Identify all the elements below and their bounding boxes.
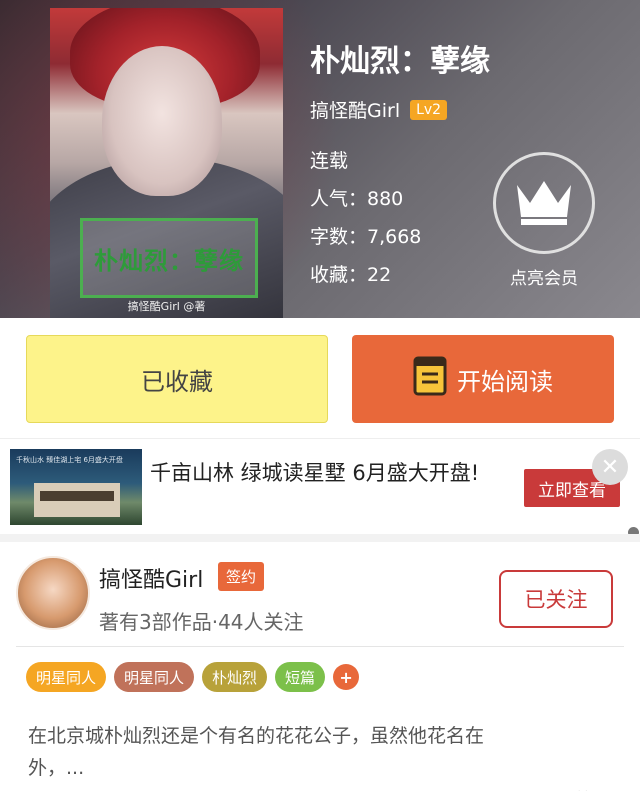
ad-image[interactable]: 千秋山水 臻佳湖上宅 6月盛大开盘 — [10, 449, 142, 525]
author-row: 搞怪酷Girl Lv2 — [310, 96, 448, 123]
crown-icon — [513, 175, 575, 231]
cover-face — [102, 46, 222, 196]
book-cover[interactable]: 朴灿烈：孽缘 搞怪酷Girl @著 — [50, 8, 283, 318]
level-badge: Lv2 — [410, 99, 448, 120]
collected-button[interactable]: 已收藏 — [26, 335, 328, 423]
synopsis[interactable]: 在北京城朴灿烈还是个有名的花花公子，虽然他花名在外，... — [28, 720, 498, 784]
cover-title: 朴灿烈：孽缘 — [94, 246, 244, 275]
tag-list: 明星同人 明星同人 朴灿烈 短篇 + — [26, 662, 360, 692]
author-card: 搞怪酷Girl 签约 著有3部作品·44人关注 已关注 明星同人 明星同人 朴灿… — [0, 534, 640, 791]
word-count-text: 字数：7,668 — [310, 226, 422, 248]
ad-house-shape — [34, 483, 120, 517]
ad-banner[interactable]: 千秋山水 臻佳湖上宅 6月盛大开盘 千亩山林 绿城读星墅 6月盛大开盘! 立即查… — [0, 438, 640, 538]
ad-image-caption: 千秋山水 臻佳湖上宅 6月盛大开盘 — [16, 456, 123, 464]
popularity-text: 人气：880 — [310, 188, 404, 210]
ad-text[interactable]: 千亩山林 绿城读星墅 6月盛大开盘! — [150, 457, 500, 489]
tag-chip[interactable]: 明星同人 — [114, 662, 195, 692]
tag-chip[interactable]: 短篇 — [275, 662, 326, 692]
cover-credit: 搞怪酷Girl @著 — [127, 300, 206, 313]
vip-button[interactable] — [493, 152, 595, 254]
cover-title-frame: 朴灿烈：孽缘 — [80, 218, 258, 298]
author-meta: 著有3部作品·44人关注 — [99, 610, 304, 634]
signed-badge: 签约 — [218, 562, 265, 591]
status-text: 连载 — [310, 150, 349, 172]
action-bar: 已收藏 开始阅读 — [0, 318, 640, 438]
add-tag-icon[interactable]: + — [333, 664, 360, 690]
book-header: 朴灿烈：孽缘 搞怪酷Girl @著 朴灿烈：孽缘 搞怪酷Girl Lv2 连载 … — [0, 0, 640, 318]
author-card-name[interactable]: 搞怪酷Girl — [99, 562, 203, 594]
vip-label[interactable]: 点亮会员 — [494, 264, 594, 289]
collected-label: 已收藏 — [141, 367, 213, 396]
author-name-link[interactable]: 搞怪酷Girl — [310, 96, 400, 123]
divider — [16, 646, 624, 647]
book-icon — [413, 356, 447, 402]
start-reading-label: 开始阅读 — [457, 367, 553, 396]
tag-chip[interactable]: 朴灿烈 — [202, 662, 268, 692]
tag-chip[interactable]: 明星同人 — [26, 662, 107, 692]
avatar[interactable] — [16, 556, 90, 630]
book-title: 朴灿烈：孽缘 — [310, 44, 490, 79]
favorites-text: 收藏：22 — [310, 264, 392, 286]
start-reading-button[interactable]: 开始阅读 — [352, 335, 614, 423]
scroll-close-icon[interactable]: ✕ — [576, 786, 589, 791]
follow-button[interactable]: 已关注 — [499, 570, 613, 628]
close-icon[interactable]: ✕ — [592, 449, 628, 485]
